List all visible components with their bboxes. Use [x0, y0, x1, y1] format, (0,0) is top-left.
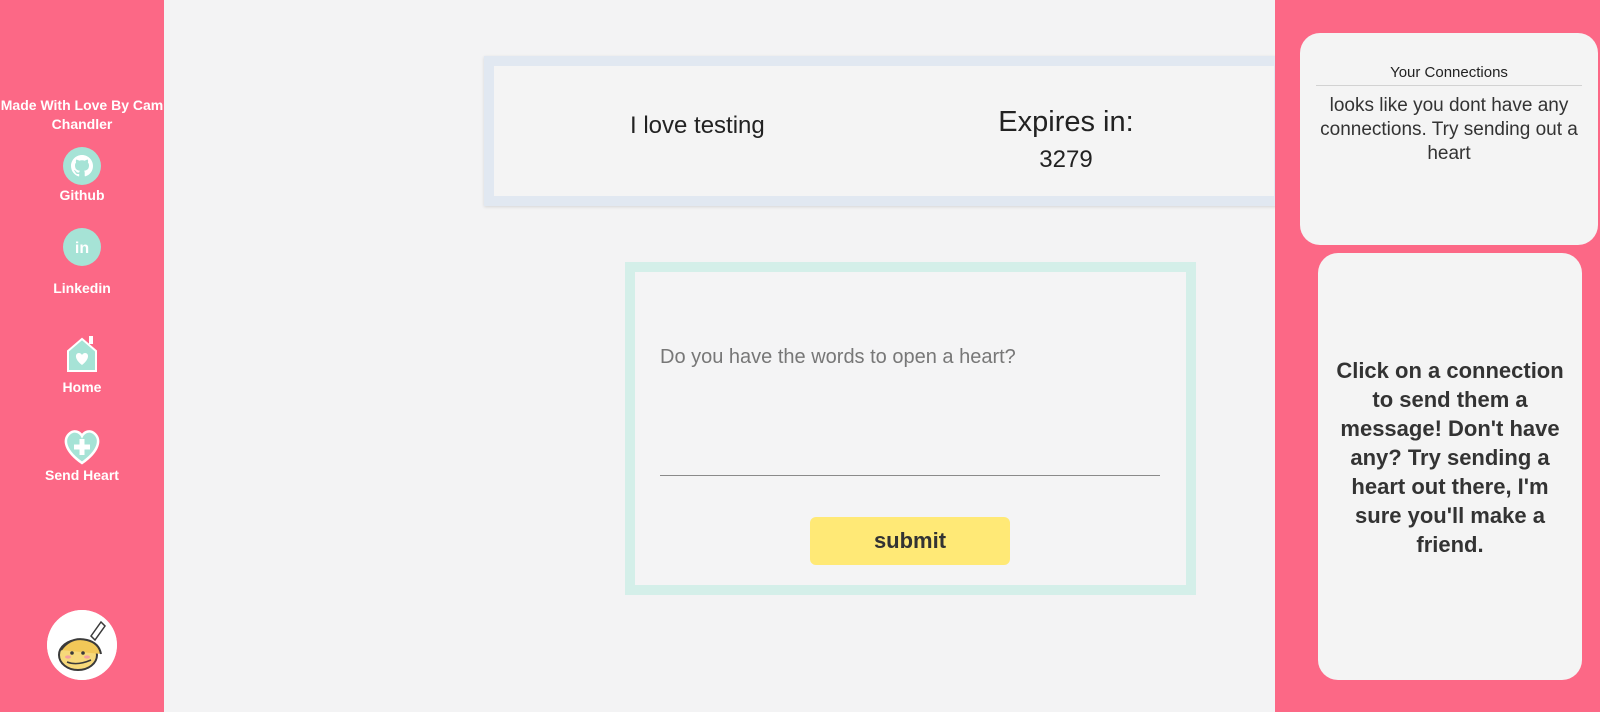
sidebar-item-send-heart[interactable]: Send Heart — [0, 426, 164, 484]
sidebar-item-label: Send Heart — [45, 467, 119, 483]
sidebar-item-label: Linkedin — [53, 280, 111, 296]
connections-card: Your Connections looks like you dont hav… — [1300, 33, 1598, 245]
submit-button[interactable]: submit — [810, 517, 1010, 565]
avatar-icon — [47, 610, 117, 680]
sidebar: Made With Love By Cam Chandler Github in… — [0, 0, 164, 712]
message-card: Click on a connection to send them a mes… — [1318, 253, 1582, 680]
expires-label: Expires in: — [998, 106, 1134, 138]
sidebar-item-label: Github — [59, 187, 105, 203]
sidebar-item-home[interactable]: Home — [0, 334, 164, 396]
heart-plus-icon — [62, 426, 102, 466]
connections-empty-text: looks like you dont have any connections… — [1320, 95, 1578, 164]
reply-input[interactable] — [660, 346, 1160, 476]
linkedin-icon-text: in — [75, 240, 89, 257]
heart-card: I love testing Expires in: 3279 — [484, 56, 1284, 206]
sidebar-item-github[interactable]: Github — [0, 146, 164, 204]
github-icon — [62, 146, 102, 186]
credit-text: Made With Love By Cam Chandler — [0, 97, 164, 132]
connections-title: Your Connections — [1316, 64, 1582, 86]
linkedin-icon: in — [62, 227, 102, 267]
main-panel: I love testing Expires in: 3279 submit — [164, 0, 1284, 712]
sidebar-item-linkedin[interactable]: in Linkedin — [0, 227, 164, 297]
expires-countdown: 3279 — [1039, 146, 1093, 173]
right-panel: Your Connections looks like you dont hav… — [1275, 0, 1600, 712]
compose-card: submit — [625, 262, 1196, 595]
home-icon — [62, 334, 102, 374]
sidebar-item-label: Home — [62, 379, 102, 395]
heart-message: I love testing — [630, 112, 765, 139]
avatar[interactable] — [47, 610, 117, 680]
message-hint: Click on a connection to send them a mes… — [1336, 358, 1564, 557]
